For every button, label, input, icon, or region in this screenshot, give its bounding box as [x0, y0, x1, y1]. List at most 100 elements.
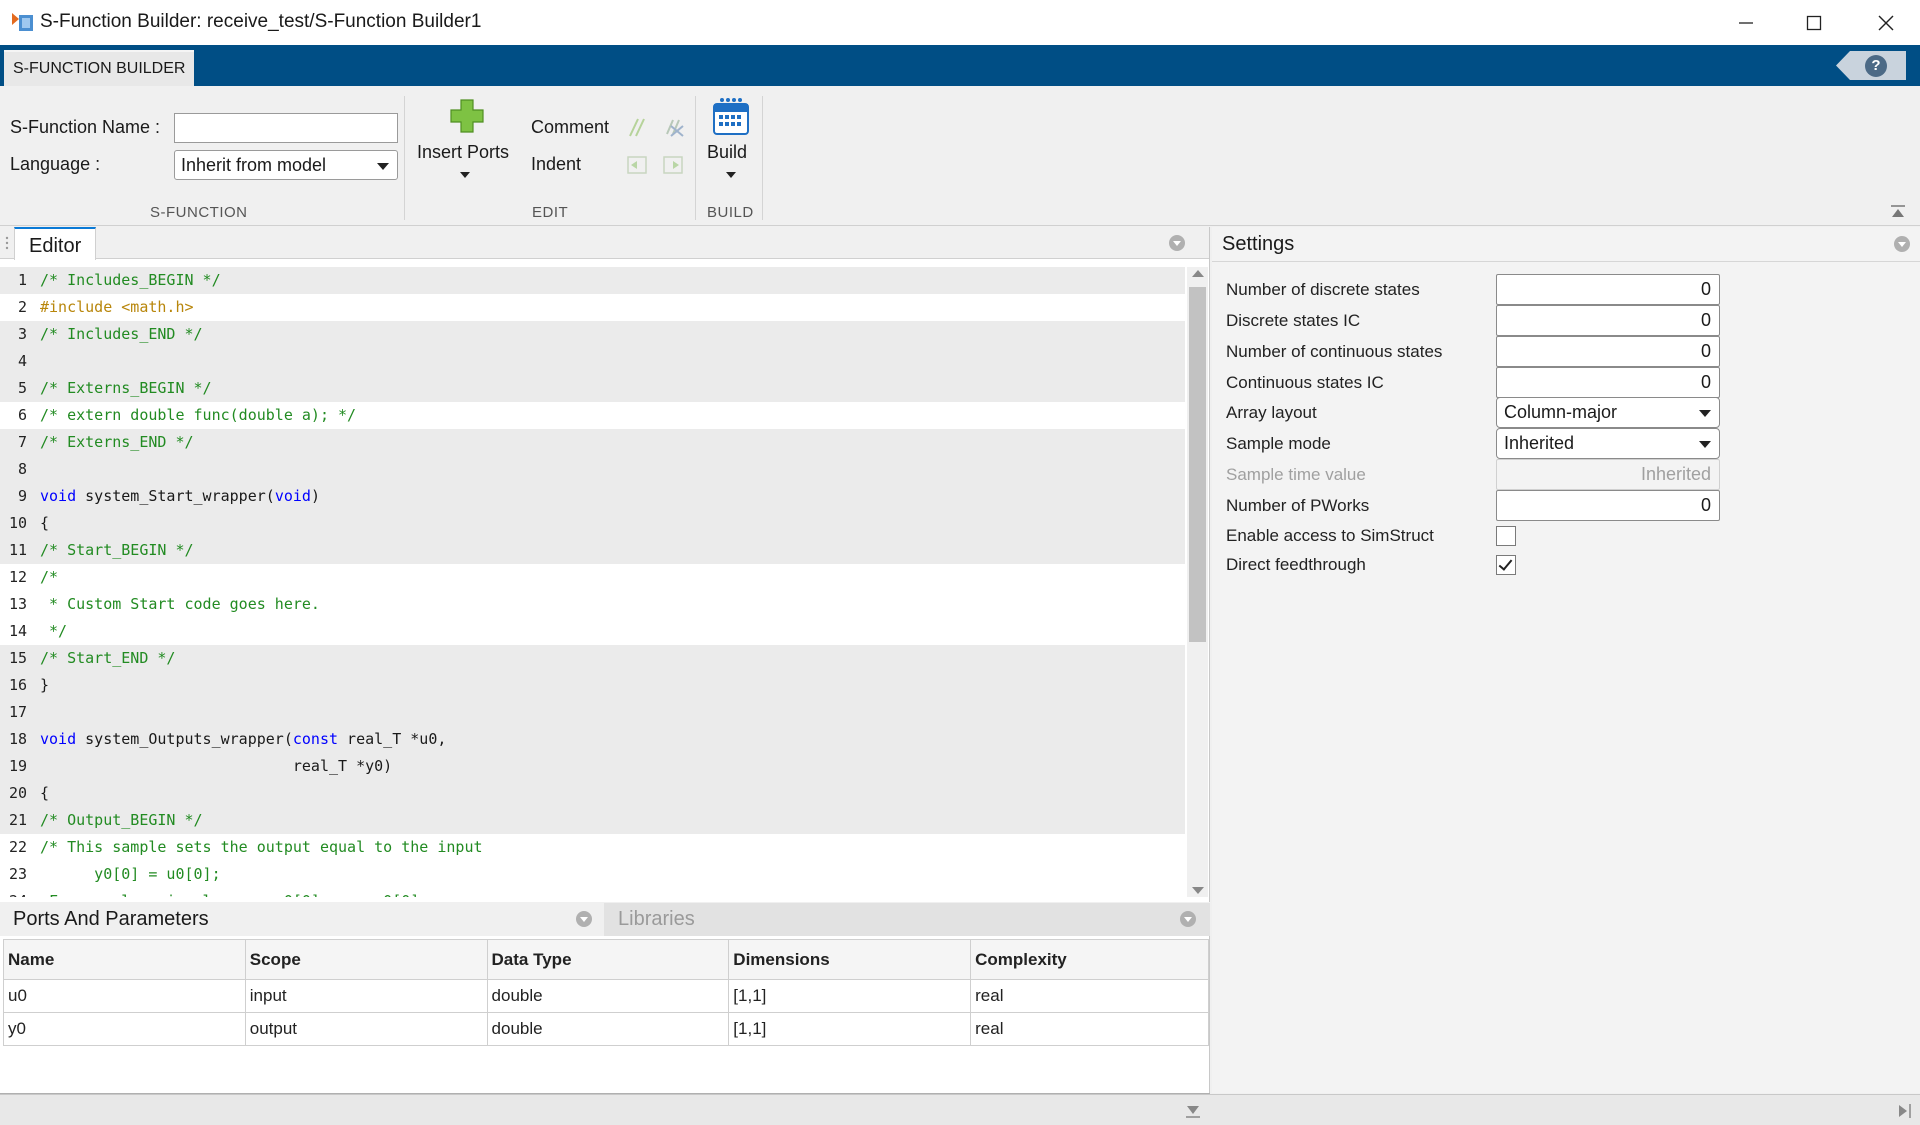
table-cell[interactable]: [1,1] [728, 1012, 972, 1046]
setting-label: Enable access to SimStruct [1226, 526, 1434, 545]
code-line[interactable]: 20 { [0, 780, 1185, 807]
column-header[interactable]: Name [3, 939, 246, 980]
table-cell[interactable]: real [970, 979, 1209, 1013]
code-line[interactable]: 18 void system_Outputs_wrapper(const real… [0, 726, 1185, 753]
column-header[interactable]: Complexity [970, 939, 1209, 980]
expand-panel-icon[interactable] [1896, 1103, 1912, 1119]
build-button[interactable]: Build [700, 98, 760, 198]
column-header[interactable]: Dimensions [728, 939, 972, 980]
code-line[interactable]: 24 For complex signals use: y0[0].re = u… [0, 888, 1185, 897]
code-text: /* Externs_END */ [40, 433, 194, 451]
libraries-tab-label: Libraries [618, 908, 695, 930]
sfunction-name-input[interactable] [174, 113, 398, 143]
settings-panel-header: Settings [1212, 227, 1920, 262]
tab-libraries[interactable]: Libraries [604, 903, 1210, 936]
column-header[interactable]: Scope [244, 939, 488, 980]
code-line[interactable]: 16} [0, 672, 1185, 699]
setting-dropdown[interactable]: Column-major [1496, 397, 1720, 428]
indent-label[interactable]: Indent [531, 154, 581, 175]
scroll-up-icon[interactable] [1192, 270, 1204, 277]
language-dropdown[interactable]: Inherit from model [174, 150, 398, 180]
code-line[interactable]: 7 /* Externs_END */ [0, 429, 1185, 456]
table-cell[interactable]: real [970, 1012, 1209, 1046]
code-line[interactable]: 22 /* This sample sets the output equal t… [0, 834, 1185, 861]
code-line[interactable]: 14 */ [0, 618, 1185, 645]
code-text: void system_Outputs_wrapper(const real_T… [40, 730, 447, 748]
maximize-button[interactable] [1780, 0, 1848, 45]
code-text: /* Externs_BEGIN */ [40, 379, 212, 397]
collapse-panel-icon[interactable] [1185, 1103, 1201, 1119]
column-header[interactable]: Data Type [486, 939, 730, 980]
tab-editor[interactable]: Editor [14, 227, 97, 260]
code-line[interactable]: 2 #include <math.h> [0, 294, 1185, 321]
comment-icon[interactable] [627, 116, 647, 138]
insert-ports-label: Insert Ports [417, 142, 510, 162]
setting-label: Number of PWorks [1226, 496, 1370, 515]
code-line[interactable]: 9 void system_Start_wrapper(void) [0, 483, 1185, 510]
libraries-panel-menu-icon[interactable] [1180, 911, 1196, 927]
insert-ports-button[interactable]: Insert Ports [414, 98, 516, 198]
code-text: { [40, 514, 50, 532]
setting-number-field[interactable]: 0 [1496, 490, 1720, 521]
minimize-button[interactable] [1712, 0, 1780, 45]
setting-label: Sample time value [1226, 465, 1366, 484]
code-line[interactable]: 4 [0, 348, 1185, 375]
code-line[interactable]: 21 /* Output_BEGIN */ [0, 807, 1185, 834]
setting-label: Continuous states IC [1226, 373, 1384, 392]
uncomment-icon[interactable] [663, 116, 685, 138]
code-text: } [40, 676, 50, 694]
code-line[interactable]: 23 y0[0] = u0[0]; [0, 861, 1185, 888]
collapse-ribbon-icon[interactable] [1890, 204, 1906, 220]
close-button[interactable] [1852, 0, 1920, 45]
code-line[interactable]: 13 * Custom Start code goes here. [0, 591, 1185, 618]
line-number: 9 [17, 487, 27, 505]
table-row[interactable]: y0 output double [1,1] real [3, 1012, 1209, 1046]
table-cell[interactable]: u0 [3, 979, 246, 1013]
settings-panel-menu-icon[interactable] [1894, 236, 1910, 252]
code-line[interactable]: 15 /* Start_END */ [0, 645, 1185, 672]
tab-ports-and-parameters[interactable]: Ports And Parameters [0, 903, 604, 936]
table-row[interactable]: u0 input double [1,1] real [3, 979, 1209, 1013]
tab-sfunction-builder[interactable]: S-FUNCTION BUILDER [4, 50, 195, 86]
code-text: /* Includes_BEGIN */ [40, 271, 221, 289]
code-line[interactable]: 10 { [0, 510, 1185, 537]
scroll-down-icon[interactable] [1192, 887, 1204, 894]
indent-decrease-icon[interactable] [625, 154, 649, 176]
code-line[interactable]: 5 /* Externs_BEGIN */ [0, 375, 1185, 402]
setting-number-field[interactable]: 0 [1496, 305, 1720, 336]
section-sfunction-label: S-FUNCTION [150, 204, 248, 221]
grip-icon[interactable] [4, 235, 10, 251]
code-line[interactable]: 3 /* Includes_END */ [0, 321, 1185, 348]
scrollbar-thumb[interactable] [1189, 287, 1206, 642]
code-line[interactable]: 6 /* extern double func(double a); */ [0, 402, 1185, 429]
code-line[interactable]: 8 [0, 456, 1185, 483]
setting-dropdown[interactable]: Inherited [1496, 428, 1720, 459]
ports-panel-menu-icon[interactable] [576, 911, 592, 927]
code-editor[interactable]: 1 /* Includes_BEGIN */ 2 #include <math.h> 3… [0, 267, 1185, 897]
maximize-icon [1806, 15, 1822, 30]
setting-number-field[interactable]: 0 [1496, 367, 1720, 398]
setting-number-field[interactable]: 0 [1496, 336, 1720, 367]
setting-checkbox[interactable] [1496, 555, 1516, 575]
code-line[interactable]: 11 /* Start_BEGIN */ [0, 537, 1185, 564]
indent-increase-icon[interactable] [661, 154, 685, 176]
setting-number-field[interactable]: 0 [1496, 274, 1720, 305]
setting-checkbox[interactable] [1496, 526, 1516, 546]
table-cell[interactable]: double [486, 1012, 730, 1046]
code-line[interactable]: 17 [0, 699, 1185, 726]
comment-label[interactable]: Comment [531, 117, 609, 138]
code-line[interactable]: 1 /* Includes_BEGIN */ [0, 267, 1185, 294]
line-number: 6 [17, 406, 27, 424]
table-cell[interactable]: [1,1] [728, 979, 972, 1013]
line-number: 23 [8, 865, 27, 883]
code-line[interactable]: 12 /* [0, 564, 1185, 591]
setting-label: Direct feedthrough [1226, 555, 1366, 574]
editor-vertical-scrollbar[interactable] [1187, 267, 1208, 897]
table-cell[interactable]: output [244, 1012, 488, 1046]
editor-panel-menu-icon[interactable] [1169, 235, 1185, 251]
help-button[interactable]: ? [1836, 51, 1906, 80]
code-line[interactable]: 19 real_T *y0) [0, 753, 1185, 780]
table-cell[interactable]: input [244, 979, 488, 1013]
table-cell[interactable]: double [486, 979, 730, 1013]
table-cell[interactable]: y0 [3, 1012, 246, 1046]
